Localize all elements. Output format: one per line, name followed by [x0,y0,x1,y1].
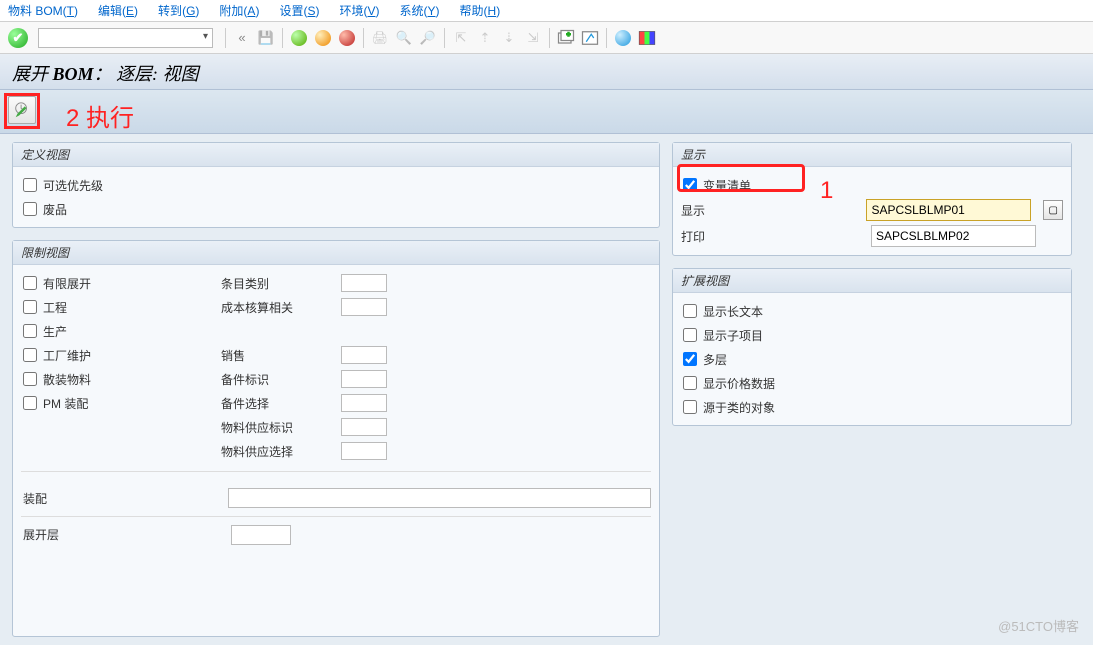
menu-extras[interactable]: 附加(A) [219,2,259,19]
menu-environment[interactable]: 环境(V) [339,2,379,19]
lbl-plant-maint: 工厂维护 [43,347,91,364]
separator [606,28,607,48]
chk-priority[interactable] [23,178,37,192]
inp-spare-ind[interactable] [341,370,387,388]
lbl-price: 显示价格数据 [703,375,775,392]
chk-bulk[interactable] [23,372,37,386]
lbl-bulk: 散装物料 [43,371,91,388]
inp-assembly[interactable] [228,488,651,508]
panel-extend-view: 扩展视图 显示长文本 显示子项目 多层 显示价格数据 [672,268,1072,426]
lbl-sub-items: 显示子项目 [703,327,763,344]
menu-system[interactable]: 系统(Y) [400,2,440,19]
inp-costing[interactable] [341,298,387,316]
new-session-icon[interactable] [556,28,576,48]
lbl-engineering: 工程 [43,299,67,316]
menubar: 物料 BOM(T) 编辑(E) 转到(G) 附加(A) 设置(S) 环境(V) … [0,0,1093,22]
lbl-long-text: 显示长文本 [703,303,763,320]
annotation-box-execute [4,93,40,129]
panel-head: 限制视图 [13,241,659,265]
panel-display: 显示 变量清单 显示 ▢ 打印 [672,142,1072,256]
nav-exit-icon[interactable] [313,28,333,48]
command-field[interactable] [38,28,213,48]
lbl-spare-ind: 备件标识 [221,371,341,388]
lbl-assembly: 装配 [21,490,220,507]
lbl-multi-level: 多层 [703,351,727,368]
lbl-mat-prov-ind: 物料供应标识 [221,419,341,436]
first-page-icon: ⇱ [451,28,471,48]
inp-level[interactable] [231,525,291,545]
help-icon[interactable] [613,28,633,48]
lbl-scrap: 废品 [43,201,67,218]
lbl-priority: 可选优先级 [43,177,103,194]
lbl-spare-sel: 备件选择 [221,395,341,412]
find-icon: 🔍 [394,28,414,48]
annotation-execute: 2 执行 [66,98,134,133]
lbl-costing: 成本核算相关 [221,299,341,316]
menu-material-bom[interactable]: 物料 BOM(T) [8,2,78,19]
chk-long-text[interactable] [683,304,697,318]
lbl-sales: 销售 [221,347,341,364]
lbl-class-obj: 源于类的对象 [703,399,775,416]
application-toolbar: 2 执行 [0,90,1093,134]
shortcut-icon[interactable] [580,28,600,48]
menu-settings[interactable]: 设置(S) [279,2,319,19]
inp-spare-sel[interactable] [341,394,387,412]
f4-help-button[interactable]: ▢ [1043,200,1063,220]
separator [444,28,445,48]
chk-class-obj[interactable] [683,400,697,414]
chk-plant-maint[interactable] [23,348,37,362]
panel-define-view: 定义视图 可选优先级 废品 [12,142,660,228]
prev-page-icon: ⇡ [475,28,495,48]
menu-edit[interactable]: 编辑(E) [98,2,138,19]
inp-mat-prov-ind[interactable] [341,418,387,436]
panel-head: 扩展视图 [673,269,1071,293]
lbl-print-variant: 打印 [681,228,861,245]
lbl-level: 展开层 [21,526,223,543]
layout-icon[interactable] [637,28,657,48]
back-icon[interactable]: « [232,28,252,48]
page-title: 展开 BOM： 逐层: 视图 [12,64,199,84]
lbl-limited: 有限展开 [43,275,91,292]
chk-sub-items[interactable] [683,328,697,342]
lbl-item-category: 条目类别 [221,275,341,292]
inp-print-variant[interactable] [871,225,1036,247]
title-bar: 展开 BOM： 逐层: 视图 [0,54,1093,90]
chk-production[interactable] [23,324,37,338]
chk-engineering[interactable] [23,300,37,314]
separator [549,28,550,48]
annotation-box-variant [677,164,805,192]
lbl-mat-prov-sel: 物料供应选择 [221,443,341,460]
inp-sales[interactable] [341,346,387,364]
panel-head: 定义视图 [13,143,659,167]
chk-limited[interactable] [23,276,37,290]
chk-multi-level[interactable] [683,352,697,366]
next-page-icon: ⇣ [499,28,519,48]
separator [363,28,364,48]
work-area: 定义视图 可选优先级 废品 限制视图 有限展开 [0,134,1093,645]
inp-item-category[interactable] [341,274,387,292]
chk-price[interactable] [683,376,697,390]
nav-back-icon[interactable] [289,28,309,48]
separator [225,28,226,48]
inp-display-variant[interactable] [866,199,1031,221]
save-icon: 💾 [256,28,276,48]
toolbar: ✔ « 💾 🖨 🔍 🔎 ⇱ ⇡ ⇣ ⇲ [0,22,1093,54]
annotation-one: 1 [820,177,833,205]
chk-pm-assembly[interactable] [23,396,37,410]
print-icon: 🖨 [370,28,390,48]
menu-goto[interactable]: 转到(G) [158,2,199,19]
inp-mat-prov-sel[interactable] [341,442,387,460]
chk-scrap[interactable] [23,202,37,216]
separator [282,28,283,48]
menu-help[interactable]: 帮助(H) [460,2,501,19]
lbl-production: 生产 [43,323,67,340]
lbl-pm-assembly: PM 装配 [43,395,88,412]
panel-restrict-view: 限制视图 有限展开 条目类别 工程 [12,240,660,637]
last-page-icon: ⇲ [523,28,543,48]
watermark: @51CTO博客 [998,616,1079,635]
enter-button[interactable]: ✔ [8,28,28,48]
nav-cancel-icon[interactable] [337,28,357,48]
find-next-icon: 🔎 [418,28,438,48]
